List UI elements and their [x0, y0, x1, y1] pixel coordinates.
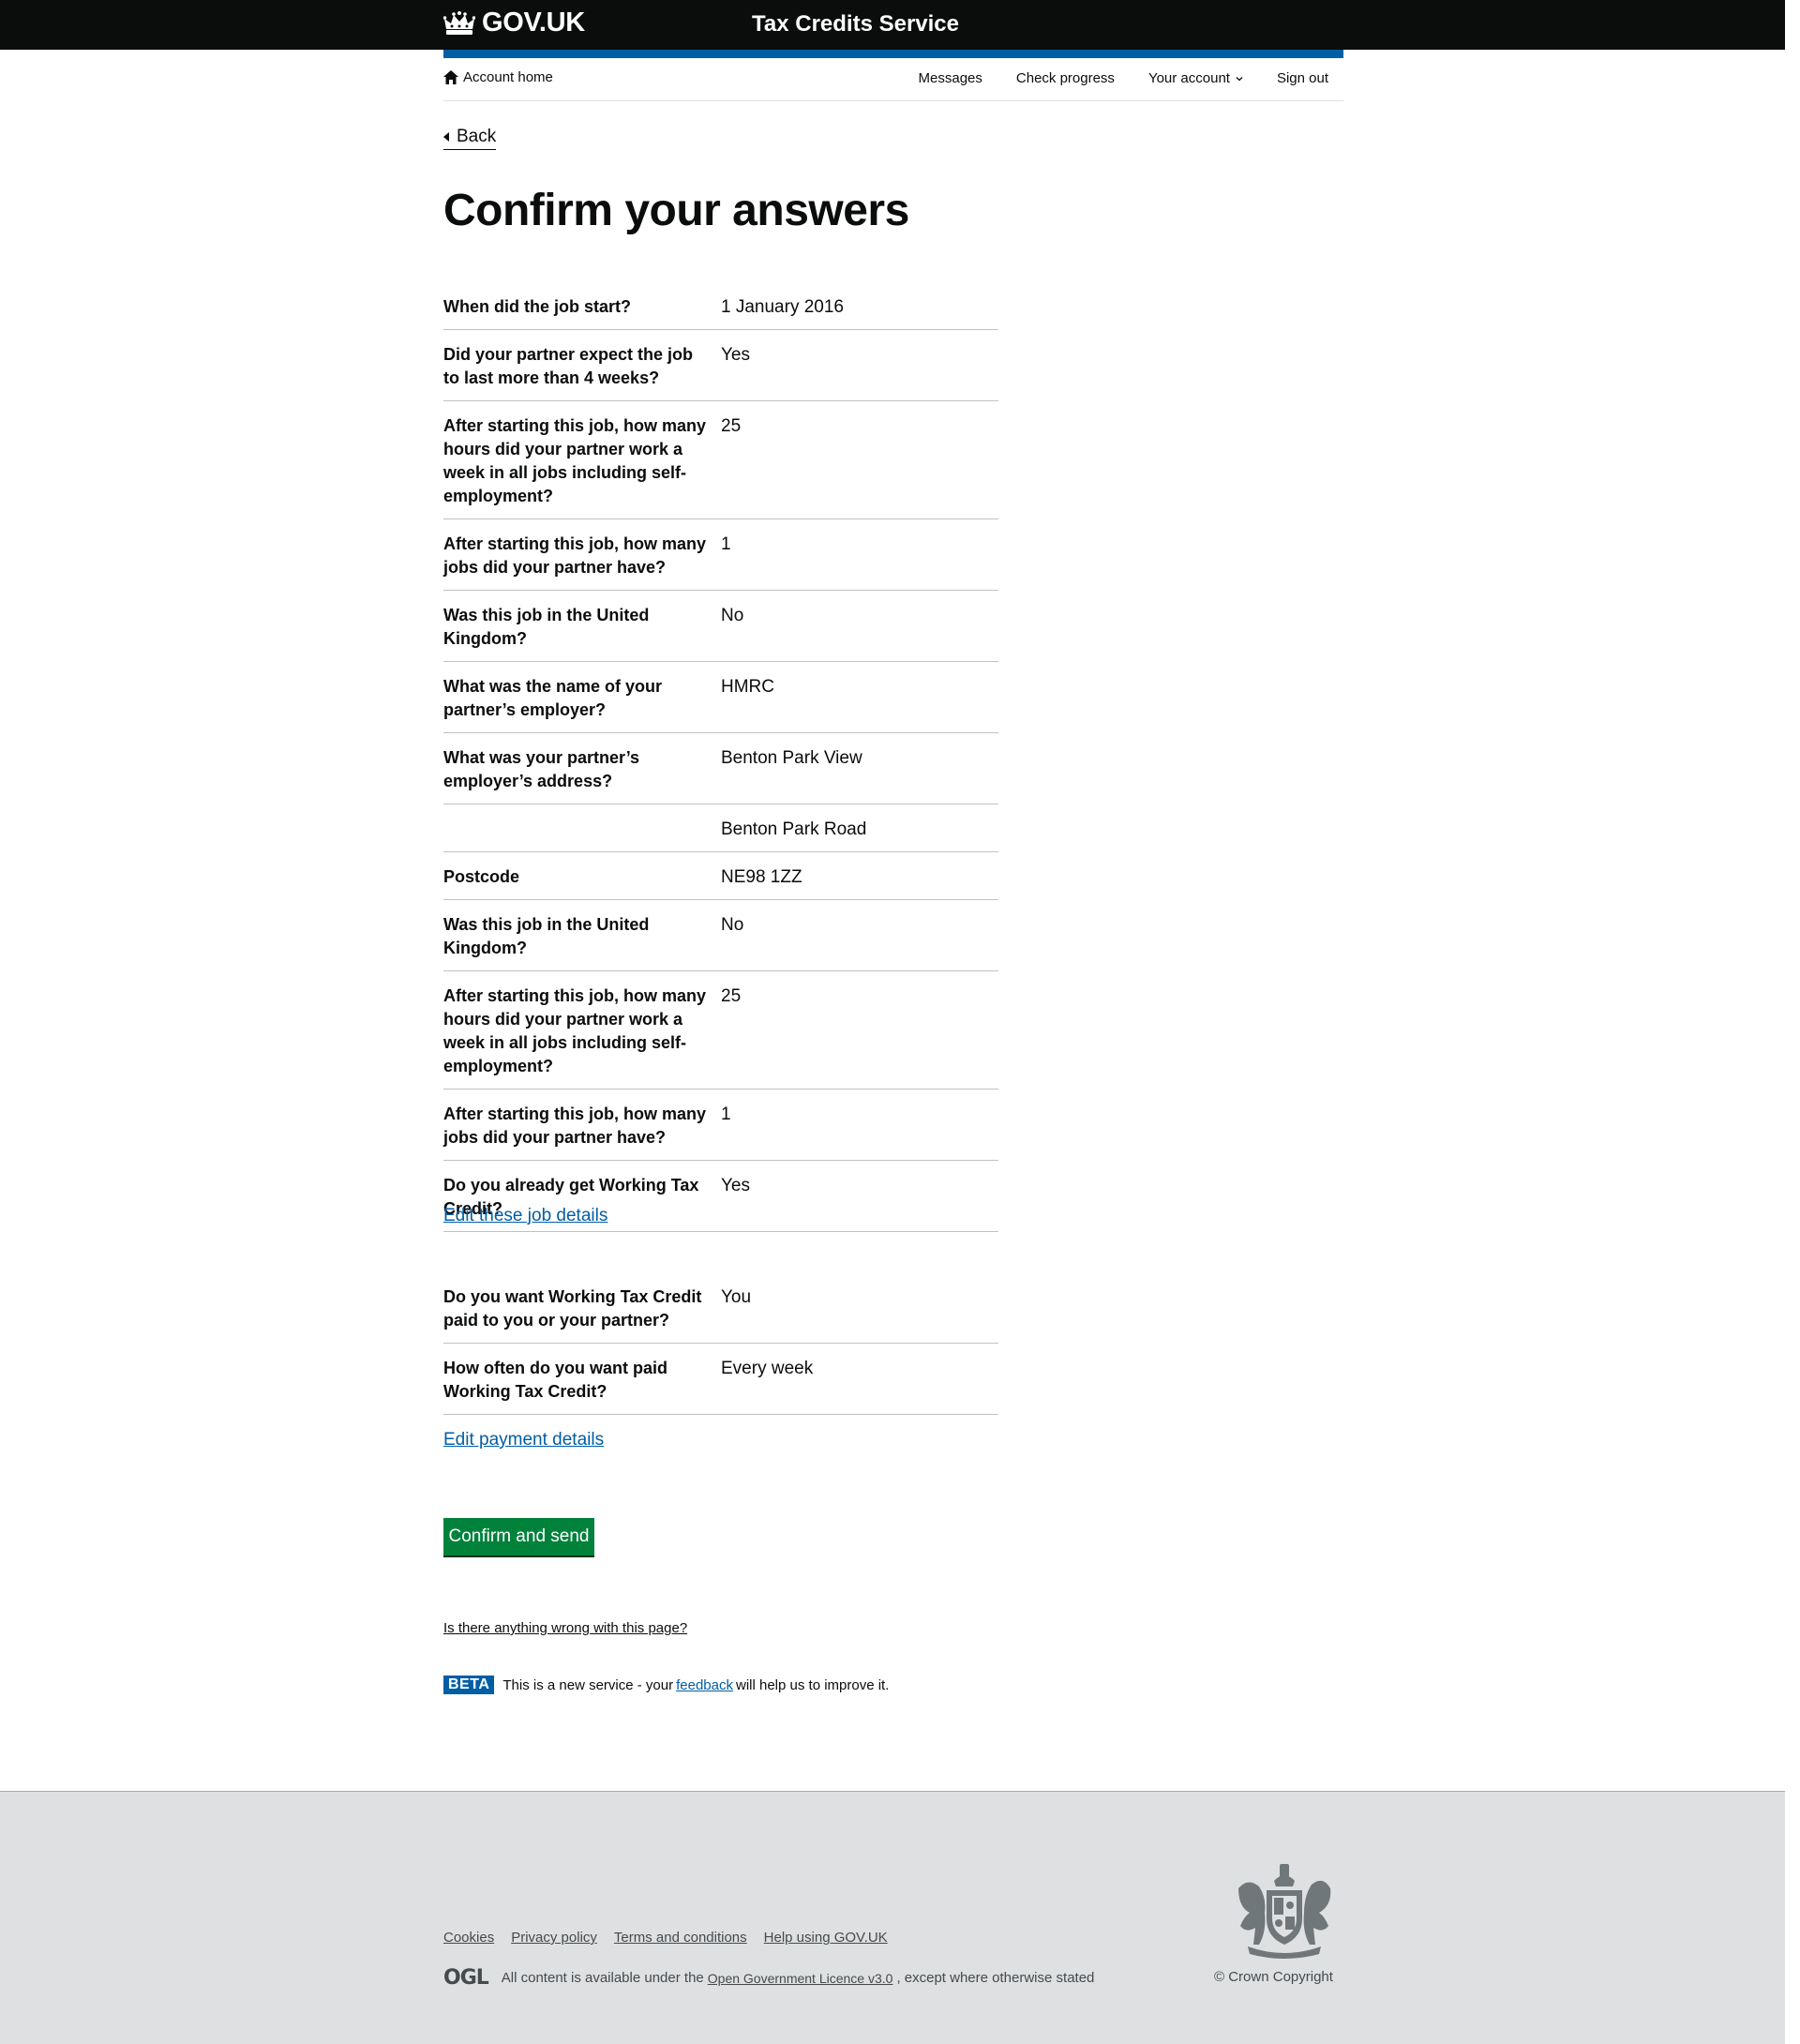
royal-coat-of-arms-icon: [1238, 1864, 1331, 1959]
job-summary-answer: NE98 1ZZ: [721, 867, 802, 887]
payment-summary-question: How often do you want paid Working Tax C…: [443, 1359, 668, 1401]
nav-your-account[interactable]: Your account: [1148, 70, 1243, 86]
licence-text-before: All content is available under the: [501, 1970, 704, 1986]
account-home-link[interactable]: Account home: [443, 69, 553, 85]
job-summary-question: After starting this job, how many jobs d…: [443, 534, 707, 577]
job-summary-question: Postcode: [443, 867, 520, 886]
licence-text-after: , except where otherwise stated: [896, 1970, 1095, 1986]
job-summary-row: Was this job in the United Kingdom? No: [443, 591, 998, 662]
beta-tag: BETA: [443, 1676, 495, 1694]
back-link[interactable]: Back: [443, 126, 497, 150]
job-summary-row: After starting this job, how many hours …: [443, 971, 998, 1090]
beta-text-after: will help us to improve it.: [736, 1676, 890, 1693]
job-summary-row: After starting this job, how many hours …: [443, 401, 998, 519]
chevron-down-icon: [1236, 76, 1243, 81]
payment-summary-answer: You: [721, 1287, 752, 1307]
nav-messages[interactable]: Messages: [919, 70, 982, 86]
account-nav: Account home Messages Check progress You…: [443, 58, 1343, 101]
payment-summary-question: Do you want Working Tax Credit paid to y…: [443, 1287, 702, 1330]
licence-link[interactable]: Open Government Licence v3.0: [708, 1971, 893, 1986]
job-summary-answer: 25: [721, 416, 742, 436]
job-summary-row: Did your partner expect the job to last …: [443, 330, 998, 401]
job-summary-row: After starting this job, how many jobs d…: [443, 1090, 998, 1161]
footer-link-terms[interactable]: Terms and conditions: [614, 1930, 747, 1946]
job-summary-question: After starting this job, how many hours …: [443, 416, 707, 505]
job-summary-question: When did the job start?: [443, 297, 631, 316]
job-summary-question: Was this job in the United Kingdom?: [443, 915, 650, 957]
job-summary-row: When did the job start? 1 January 2016: [443, 284, 998, 330]
job-summary-row: What was your partner’s employer’s addre…: [443, 733, 998, 804]
nav-check-progress[interactable]: Check progress: [1016, 70, 1115, 86]
site-header: GOV.UK Tax Credits Service: [0, 0, 1785, 50]
beta-banner: BETA This is a new service - your feedba…: [443, 1676, 889, 1694]
job-summary-answer: HMRC: [721, 677, 774, 697]
job-summary-answer: No: [721, 606, 744, 625]
header-accent-bar: [443, 50, 1343, 58]
edit-payment-details-link[interactable]: Edit payment details: [443, 1430, 604, 1450]
job-summary-question: Did your partner expect the job to last …: [443, 345, 694, 387]
crown-icon: [443, 11, 475, 35]
footer-links: Cookies Privacy policy Terms and conditi…: [443, 1930, 905, 1946]
job-summary-answer: 1 January 2016: [721, 297, 844, 317]
job-summary-answer: Benton Park View: [721, 748, 862, 768]
job-summary-question: After starting this job, how many jobs d…: [443, 1105, 707, 1147]
site-footer: [0, 1791, 1785, 2044]
account-nav-links: Messages Check progress Your account Sig…: [885, 70, 1328, 86]
payment-summary-row: How often do you want paid Working Tax C…: [443, 1344, 998, 1415]
footer-link-help[interactable]: Help using GOV.UK: [764, 1930, 888, 1946]
job-summary-question: After starting this job, how many hours …: [443, 986, 707, 1075]
job-summary-list: When did the job start? 1 January 2016 Did…: [443, 284, 998, 1232]
job-summary-row: What was the name of your partner’s empl…: [443, 662, 998, 733]
nav-your-account-label: Your account: [1148, 70, 1230, 86]
job-summary-answer: 1: [721, 534, 731, 554]
job-summary-question: What was the name of your partner’s empl…: [443, 677, 663, 719]
service-name[interactable]: Tax Credits Service: [752, 11, 959, 38]
govuk-logo-link[interactable]: GOV.UK: [482, 8, 585, 38]
job-summary-answer: Yes: [721, 1176, 750, 1195]
page: GOV.UK Tax Credits Service Account home …: [0, 0, 1785, 2044]
footer-link-cookies[interactable]: Cookies: [443, 1930, 494, 1946]
payment-summary-answer: Every week: [721, 1359, 814, 1378]
back-arrow-icon: [443, 132, 449, 142]
job-summary-question: [443, 818, 721, 841]
page-title: Confirm your answers: [443, 186, 909, 235]
ogl-logo-icon: OGL: [443, 1966, 489, 1990]
payment-summary-list: Do you want Working Tax Credit paid to y…: [443, 1274, 998, 1415]
feedback-link[interactable]: feedback: [676, 1677, 733, 1693]
job-summary-answer: Yes: [721, 345, 750, 365]
job-summary-answer: 1: [721, 1105, 731, 1124]
job-summary-row: Benton Park Road: [443, 804, 998, 852]
report-problem-link[interactable]: Is there anything wrong with this page?: [443, 1620, 687, 1636]
job-summary-row: Postcode NE98 1ZZ: [443, 852, 998, 900]
licence-statement: OGL All content is available under the O…: [443, 1966, 1094, 1990]
account-home-label: Account home: [463, 69, 553, 85]
job-summary-question: What was your partner’s employer’s addre…: [443, 748, 640, 790]
crown-copyright: © Crown Copyright: [1214, 1969, 1333, 1985]
beta-text-before: This is a new service - your: [502, 1676, 674, 1693]
home-icon: [443, 70, 458, 84]
edit-job-details-link[interactable]: Edit these job details: [443, 1206, 608, 1226]
payment-summary-row: Do you want Working Tax Credit paid to y…: [443, 1274, 998, 1344]
job-summary-row: Was this job in the United Kingdom? No: [443, 900, 998, 971]
job-summary-answer: 25: [721, 986, 742, 1006]
footer-link-privacy[interactable]: Privacy policy: [511, 1930, 597, 1946]
nav-sign-out[interactable]: Sign out: [1277, 70, 1328, 86]
job-summary-answer: No: [721, 915, 744, 935]
confirm-and-send-button[interactable]: Confirm and send: [443, 1518, 594, 1556]
job-summary-row: After starting this job, how many jobs d…: [443, 519, 998, 591]
back-label: Back: [457, 127, 497, 146]
scrollbar-gutter: [1785, 0, 1800, 2044]
job-summary-question: Was this job in the United Kingdom?: [443, 606, 650, 648]
job-summary-answer: Benton Park Road: [721, 819, 867, 839]
